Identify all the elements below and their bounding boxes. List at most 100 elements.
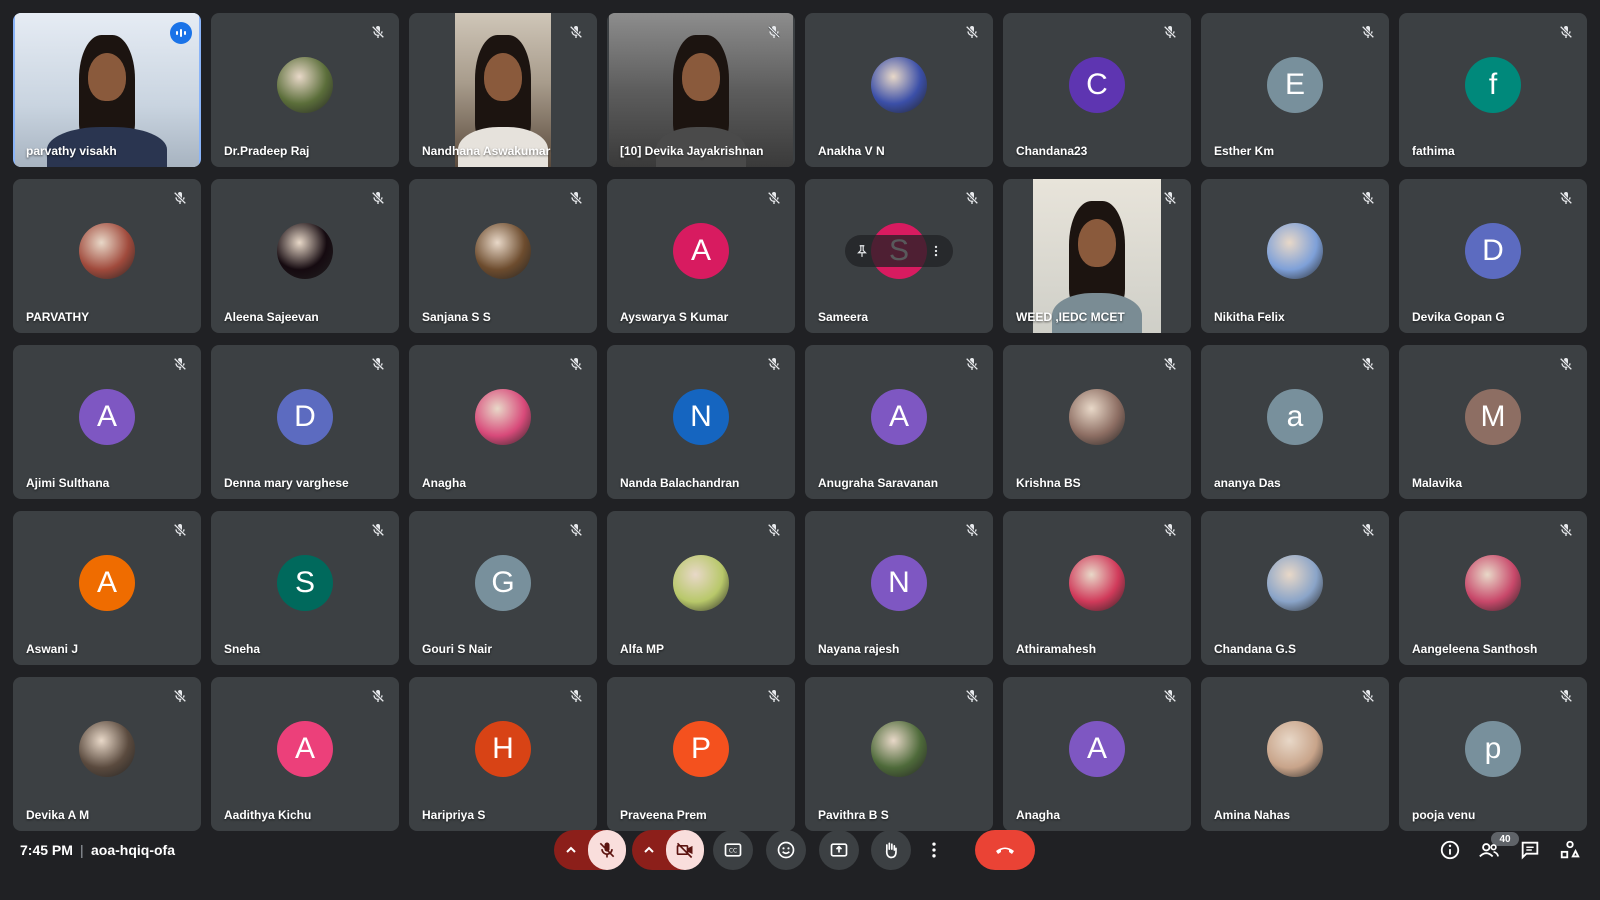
end-call-button[interactable] [975, 830, 1035, 870]
people-button[interactable] [1477, 838, 1501, 862]
mic-off-icon [599, 842, 615, 858]
avatar [1465, 555, 1521, 612]
participant-tile[interactable]: N Nayana rajesh [805, 511, 993, 665]
participant-tile[interactable]: A Anagha [1003, 677, 1191, 831]
participant-tile[interactable]: Sanjana S S [409, 179, 597, 333]
mic-off-icon [766, 522, 782, 538]
avatar: A [277, 721, 333, 778]
participant-name: Chandana G.S [1214, 642, 1297, 656]
participant-tile[interactable]: M Malavika [1399, 345, 1587, 499]
participant-tile[interactable]: A Aswani J [13, 511, 201, 665]
participant-tile[interactable]: D Devika Gopan G [1399, 179, 1587, 333]
participant-tile[interactable]: Amina Nahas [1201, 677, 1389, 831]
mic-off-icon [766, 688, 782, 704]
participant-tile[interactable]: A Anugraha Saravanan [805, 345, 993, 499]
present-button[interactable] [819, 830, 859, 870]
participant-tile[interactable]: PARVATHY [13, 179, 201, 333]
participant-tile[interactable]: Aangeleena Santhosh [1399, 511, 1587, 665]
avatar: N [871, 555, 927, 612]
pin-icon[interactable] [855, 244, 869, 258]
participant-name: WEED ,IEDC MCET [1016, 310, 1125, 324]
mic-off-icon [1162, 190, 1178, 206]
participant-tile[interactable]: D Denna mary varghese [211, 345, 399, 499]
participant-name: Ajimi Sulthana [26, 476, 110, 490]
more-options-button[interactable] [914, 830, 954, 870]
participant-tile[interactable]: Anakha V N [805, 13, 993, 167]
participant-tile[interactable]: Anagha [409, 345, 597, 499]
mic-off-icon [766, 24, 782, 40]
mic-off-icon [964, 24, 980, 40]
info-icon [1440, 840, 1460, 860]
participant-tile[interactable]: Alfa MP [607, 511, 795, 665]
participant-tile[interactable]: S Sneha [211, 511, 399, 665]
participant-tile[interactable]: WEED ,IEDC MCET [1003, 179, 1191, 333]
more-options-icon[interactable] [929, 244, 943, 258]
avatar [277, 223, 333, 280]
participant-name: Krishna BS [1016, 476, 1081, 490]
participant-name: Nikitha Felix [1214, 310, 1285, 324]
meeting-details-button[interactable] [1438, 838, 1462, 862]
participant-tile[interactable]: Devika A M [13, 677, 201, 831]
participant-tile[interactable]: Aleena Sajeevan [211, 179, 399, 333]
participant-tile[interactable]: p pooja venu [1399, 677, 1587, 831]
mic-off-icon [172, 190, 188, 206]
participant-tile[interactable]: [10] Devika Jayakrishnan [607, 13, 795, 167]
participant-tile[interactable]: P Praveena Prem [607, 677, 795, 831]
participant-tile[interactable]: parvathy visakh [13, 13, 201, 167]
avatar: p [1465, 721, 1521, 778]
chat-button[interactable] [1518, 838, 1542, 862]
participant-tile[interactable]: Nikitha Felix [1201, 179, 1389, 333]
raise-hand-button[interactable] [871, 830, 911, 870]
participant-name: Devika A M [26, 808, 90, 822]
avatar: a [1267, 389, 1323, 446]
participant-tile[interactable]: a ananya Das [1201, 345, 1389, 499]
participant-name: Amina Nahas [1214, 808, 1291, 822]
mic-off-icon [370, 688, 386, 704]
avatar: A [1069, 721, 1125, 778]
participant-tile[interactable]: A Aadithya Kichu [211, 677, 399, 831]
video-options-button[interactable] [632, 830, 666, 870]
participant-name: Anagha [1016, 808, 1061, 822]
avatar: H [475, 721, 531, 778]
avatar [1069, 389, 1125, 446]
avatar [79, 223, 135, 280]
participant-tile[interactable]: Krishna BS [1003, 345, 1191, 499]
participant-tile[interactable]: Dr.Pradeep Raj [211, 13, 399, 167]
participant-tile[interactable]: N Nanda Balachandran [607, 345, 795, 499]
meeting-code[interactable]: aoa-hqiq-ofa [91, 842, 175, 858]
mic-off-icon [568, 688, 584, 704]
participant-tile[interactable]: A Ayswarya S Kumar [607, 179, 795, 333]
participant-tile[interactable]: G Gouri S Nair [409, 511, 597, 665]
participant-tile[interactable]: Athiramahesh [1003, 511, 1191, 665]
activities-button[interactable] [1558, 838, 1582, 862]
participant-name: Anakha V N [818, 144, 885, 158]
participant-tile[interactable]: f fathima [1399, 13, 1587, 167]
participant-tile[interactable]: Chandana G.S [1201, 511, 1389, 665]
participant-name: Esther Km [1214, 144, 1275, 158]
participant-name: fathima [1412, 144, 1455, 158]
participant-tile[interactable]: H Haripriya S [409, 677, 597, 831]
participant-tile[interactable]: E Esther Km [1201, 13, 1389, 167]
mic-off-icon [766, 356, 782, 372]
avatar: A [79, 389, 135, 446]
avatar: N [673, 389, 729, 446]
mic-off-icon [370, 356, 386, 372]
participant-tile[interactable]: Pavithra B S [805, 677, 993, 831]
participant-name: Praveena Prem [620, 808, 707, 822]
participant-name: PARVATHY [26, 310, 90, 324]
mic-off-icon [964, 522, 980, 538]
participant-tile[interactable]: A Ajimi Sulthana [13, 345, 201, 499]
participant-name: Devika Gopan G [1412, 310, 1505, 324]
captions-button[interactable]: CC [713, 830, 753, 870]
svg-text:CC: CC [729, 849, 737, 855]
reactions-button[interactable] [766, 830, 806, 870]
camera-toggle-button[interactable] [666, 830, 704, 870]
participant-tile[interactable]: Nandhana Aswakumar [409, 13, 597, 167]
audio-options-button[interactable] [554, 830, 588, 870]
mic-toggle-button[interactable] [588, 830, 626, 870]
participant-name: Nanda Balachandran [620, 476, 740, 490]
avatar: A [79, 555, 135, 612]
mic-off-icon [1162, 24, 1178, 40]
participant-tile[interactable]: C Chandana23 [1003, 13, 1191, 167]
participant-tile[interactable]: SSameera [805, 179, 993, 333]
